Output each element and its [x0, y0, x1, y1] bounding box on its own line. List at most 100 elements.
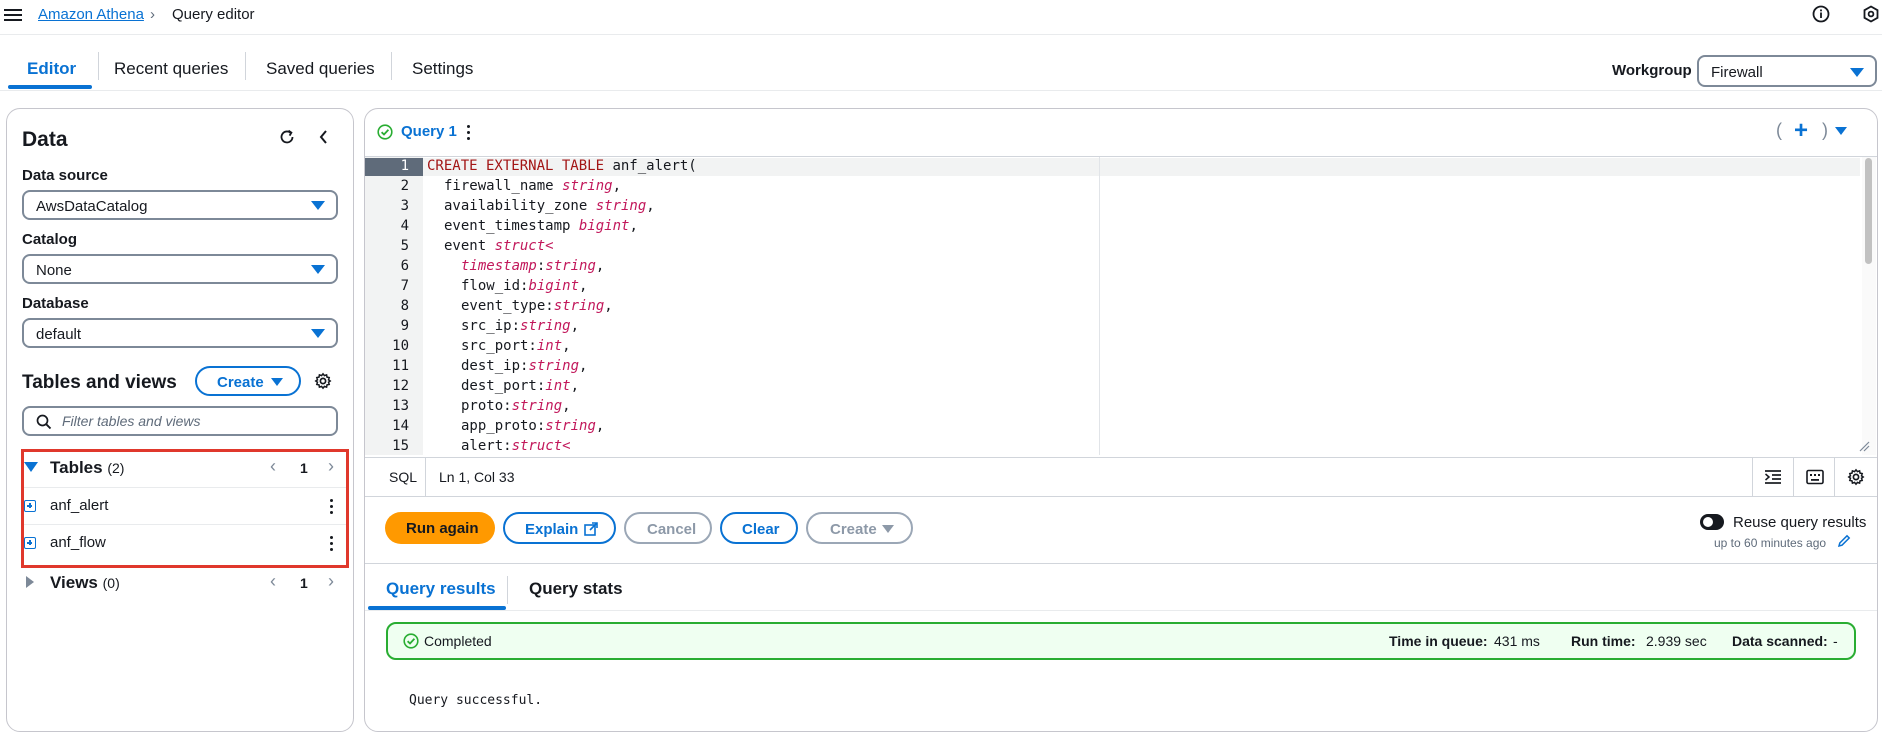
- breadcrumb-chevron-icon: ›: [150, 6, 155, 23]
- edit-pencil-icon[interactable]: [1837, 534, 1851, 548]
- caret-down-icon: [882, 525, 894, 533]
- tables-page-number[interactable]: 1: [300, 460, 308, 476]
- run-time-value: 2.939 sec: [1646, 633, 1707, 649]
- code-line[interactable]: event_timestamp bigint,: [444, 218, 638, 234]
- collapse-panel-icon[interactable]: [316, 128, 332, 146]
- table-actions-icon[interactable]: [330, 536, 334, 554]
- code-line[interactable]: timestamp:string,: [461, 258, 604, 274]
- tables-and-views-title: Tables and views: [22, 372, 177, 393]
- success-check-icon: [377, 124, 393, 140]
- gear-icon[interactable]: [314, 372, 332, 390]
- data-scanned-value: -: [1833, 633, 1838, 649]
- code-line[interactable]: alert:struct<: [461, 438, 571, 454]
- code-line[interactable]: src_ip:string,: [461, 318, 579, 334]
- line-number: 6: [400, 258, 409, 274]
- data-source-select[interactable]: AwsDataCatalog: [22, 190, 338, 220]
- code-line[interactable]: dest_ip:string,: [461, 358, 587, 374]
- editor-settings-icon[interactable]: [1847, 468, 1865, 486]
- line-number: 2: [400, 178, 409, 194]
- code-line[interactable]: app_proto:string,: [461, 418, 604, 434]
- create-button[interactable]: Create: [806, 512, 913, 544]
- workgroup-select[interactable]: Firewall: [1697, 55, 1877, 87]
- code-line[interactable]: availability_zone string,: [444, 198, 655, 214]
- tab-divider: [245, 52, 246, 80]
- query-tab-actions-icon[interactable]: [467, 125, 471, 143]
- expand-table-icon[interactable]: [24, 537, 36, 549]
- expand-caret-right-icon[interactable]: [24, 575, 36, 589]
- prev-page-icon[interactable]: ‹: [270, 571, 276, 592]
- table-item-anf-alert[interactable]: anf_alert: [50, 497, 108, 514]
- tab-query-results[interactable]: Query results: [386, 579, 496, 599]
- table-actions-icon[interactable]: [330, 499, 334, 517]
- code-line[interactable]: proto:string,: [461, 398, 571, 414]
- add-query-icon[interactable]: +: [1794, 117, 1808, 145]
- next-page-icon[interactable]: ›: [328, 456, 334, 477]
- tables-section-header[interactable]: Tables (2): [50, 458, 124, 478]
- code-line[interactable]: event_type:string,: [461, 298, 613, 314]
- tabs-divider: [0, 90, 1882, 91]
- breadcrumb-service-link[interactable]: Amazon Athena: [38, 6, 144, 23]
- create-table-button[interactable]: Create: [195, 366, 301, 396]
- code-line[interactable]: flow_id:bigint,: [461, 278, 587, 294]
- workgroup-value: Firewall: [1711, 64, 1763, 81]
- editor-scrollbar-thumb[interactable]: [1865, 158, 1872, 264]
- editor-divider: [365, 156, 1877, 157]
- line-number: 8: [400, 298, 409, 314]
- cancel-button[interactable]: Cancel: [624, 512, 712, 544]
- filter-tables-input[interactable]: Filter tables and views: [22, 406, 338, 436]
- format-query-icon[interactable]: [1764, 469, 1782, 485]
- catalog-value: None: [36, 262, 72, 279]
- menu-icon[interactable]: [4, 6, 22, 24]
- line-number: 7: [400, 278, 409, 294]
- views-page-number[interactable]: 1: [300, 575, 308, 591]
- run-again-button[interactable]: Run again: [385, 512, 495, 544]
- code-line[interactable]: dest_port:int,: [461, 378, 579, 394]
- resize-handle-icon[interactable]: [1858, 440, 1870, 452]
- code-line[interactable]: CREATE EXTERNAL TABLE anf_alert(: [427, 158, 697, 174]
- caret-down-icon: [271, 378, 283, 386]
- info-icon[interactable]: [1812, 5, 1830, 23]
- tab-scroll-right-icon[interactable]: ): [1822, 120, 1828, 141]
- success-check-icon: [403, 633, 419, 649]
- tables-count: (2): [107, 460, 125, 476]
- tab-recent-queries[interactable]: Recent queries: [114, 59, 228, 79]
- row-divider: [24, 487, 346, 488]
- tabs-dropdown-icon[interactable]: [1835, 127, 1847, 135]
- line-number: 5: [400, 238, 409, 254]
- status-divider: [1752, 458, 1753, 496]
- tab-settings[interactable]: Settings: [412, 59, 473, 79]
- line-number: 14: [392, 418, 409, 434]
- tab-editor[interactable]: Editor: [27, 59, 76, 79]
- expand-table-icon[interactable]: [24, 500, 36, 512]
- keyboard-icon[interactable]: [1806, 469, 1824, 485]
- reuse-results-toggle[interactable]: [1700, 514, 1724, 530]
- code-line[interactable]: event struct<: [444, 238, 554, 254]
- code-line[interactable]: firewall_name string,: [444, 178, 621, 194]
- cursor-position: Ln 1, Col 33: [439, 469, 515, 485]
- next-page-icon[interactable]: ›: [328, 571, 334, 592]
- database-select[interactable]: default: [22, 318, 338, 348]
- catalog-select[interactable]: None: [22, 254, 338, 284]
- code-line[interactable]: src_port:int,: [461, 338, 571, 354]
- refresh-icon[interactable]: [278, 128, 296, 146]
- clear-button[interactable]: Clear: [720, 512, 798, 544]
- views-count: (0): [102, 575, 120, 591]
- settings-hex-icon[interactable]: [1862, 5, 1880, 23]
- tab-scroll-left-icon[interactable]: (: [1776, 120, 1782, 141]
- active-tab-indicator: [8, 85, 92, 89]
- table-item-anf-flow[interactable]: anf_flow: [50, 534, 106, 551]
- views-section-header[interactable]: Views (0): [50, 573, 120, 593]
- explain-button[interactable]: Explain: [503, 512, 616, 544]
- time-in-queue-label: Time in queue:: [1389, 633, 1488, 649]
- query-tab-label[interactable]: Query 1: [401, 123, 457, 140]
- print-margin: [1099, 157, 1100, 455]
- data-source-value: AwsDataCatalog: [36, 198, 148, 215]
- tab-query-stats[interactable]: Query stats: [529, 579, 623, 599]
- tab-saved-queries[interactable]: Saved queries: [266, 59, 375, 79]
- expand-caret-icon[interactable]: [24, 462, 38, 472]
- line-number: 4: [400, 218, 409, 234]
- line-number: 13: [392, 398, 409, 414]
- prev-page-icon[interactable]: ‹: [270, 456, 276, 477]
- tab-divider: [507, 576, 508, 604]
- editor-status-bar: [365, 457, 1877, 497]
